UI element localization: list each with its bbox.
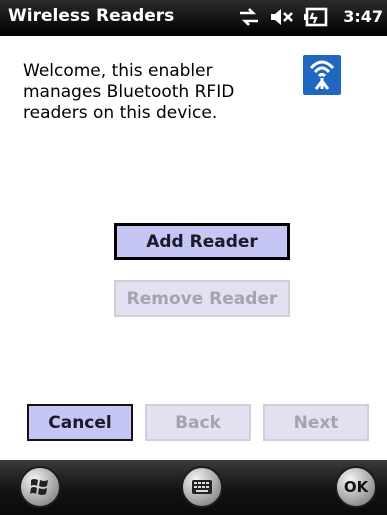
add-reader-button[interactable]: Add Reader [114,223,290,260]
battery-charging-icon[interactable] [303,5,331,33]
windows-logo-icon [30,479,48,495]
cancel-button[interactable]: Cancel [27,404,133,441]
rfid-antenna-icon [303,55,341,95]
clock[interactable]: 3:47 [343,7,383,26]
remove-reader-button[interactable]: Remove Reader [114,280,290,317]
welcome-text: Welcome, this enabler manages Bluetooth … [23,61,235,123]
next-button[interactable]: Next [263,404,369,441]
ok-button[interactable]: OK [335,466,377,508]
taskbar: OK [0,460,387,515]
keyboard-button[interactable] [181,466,223,508]
title-bar: Wireless Readers 3:47 [0,0,387,36]
connectivity-icon[interactable] [237,5,261,33]
keyboard-icon [192,480,212,494]
window-title: Wireless Readers [8,6,175,26]
volume-muted-icon[interactable] [269,5,297,33]
start-button[interactable] [19,466,61,508]
back-button[interactable]: Back [145,404,251,441]
